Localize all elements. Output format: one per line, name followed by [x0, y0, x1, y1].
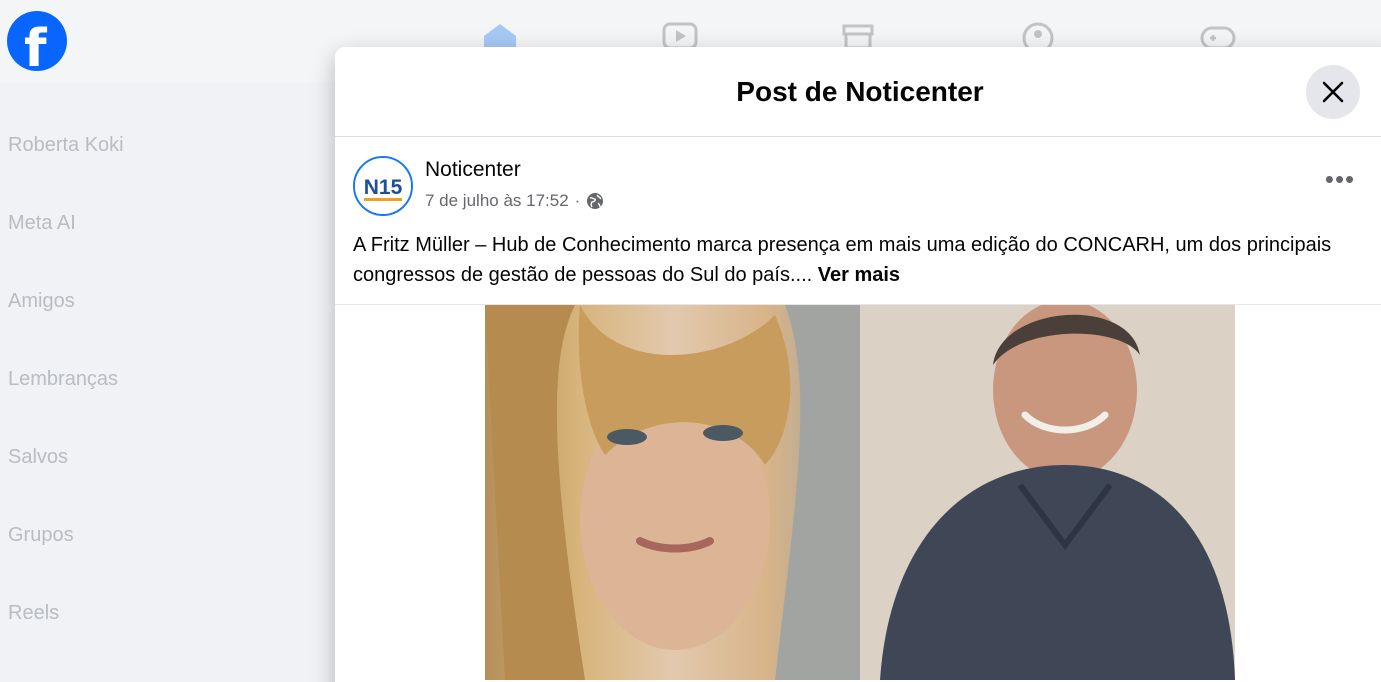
photo-left-portrait — [485, 305, 860, 680]
home-icon[interactable] — [482, 22, 518, 48]
see-more-link[interactable]: Ver mais — [818, 264, 900, 286]
sidebar-item-meta-ai[interactable]: Meta AI — [8, 212, 76, 235]
more-options-button[interactable]: ••• — [1313, 166, 1367, 200]
close-icon — [1322, 81, 1344, 103]
marketplace-icon[interactable] — [840, 22, 876, 48]
post-dialog: Post de Noticenter N15 Noticenter 7 de j… — [335, 47, 1381, 682]
sidebar-item-profile[interactable]: Roberta Koki — [8, 134, 124, 157]
dialog-header: Post de Noticenter — [335, 47, 1381, 137]
post-meta: 7 de julho às 17:52 · — [425, 191, 604, 211]
avatar-text: N15 — [364, 176, 403, 199]
post-photo[interactable] — [485, 305, 1235, 680]
noticenter-logo: N15 — [355, 158, 411, 214]
globe-icon — [587, 193, 604, 209]
post-text: A Fritz Müller – Hub de Conhecimento mar… — [353, 230, 1363, 290]
close-button[interactable] — [1306, 65, 1360, 119]
sidebar-item-saved[interactable]: Salvos — [8, 446, 68, 469]
more-icon: ••• — [1324, 164, 1356, 194]
author-name[interactable]: Noticenter — [425, 158, 521, 182]
sidebar-item-friends[interactable]: Amigos — [8, 290, 75, 313]
sidebar-item-groups[interactable]: Grupos — [8, 524, 74, 547]
timestamp[interactable]: 7 de julho às 17:52 — [425, 191, 569, 211]
left-sidebar: Roberta Koki Meta AI Amigos Lembranças S… — [0, 82, 335, 682]
sidebar-item-reels[interactable]: Reels — [8, 602, 59, 625]
photo-right-portrait — [860, 305, 1235, 680]
sidebar-item-memories[interactable]: Lembranças — [8, 368, 118, 391]
gaming-icon[interactable] — [1200, 22, 1236, 48]
avatar[interactable]: N15 — [353, 156, 413, 216]
groups-icon[interactable] — [1020, 22, 1056, 48]
facebook-logo[interactable]: f — [7, 11, 67, 71]
meta-separator: · — [574, 191, 581, 210]
dialog-title: Post de Noticenter — [736, 76, 984, 107]
video-icon[interactable] — [662, 22, 698, 48]
